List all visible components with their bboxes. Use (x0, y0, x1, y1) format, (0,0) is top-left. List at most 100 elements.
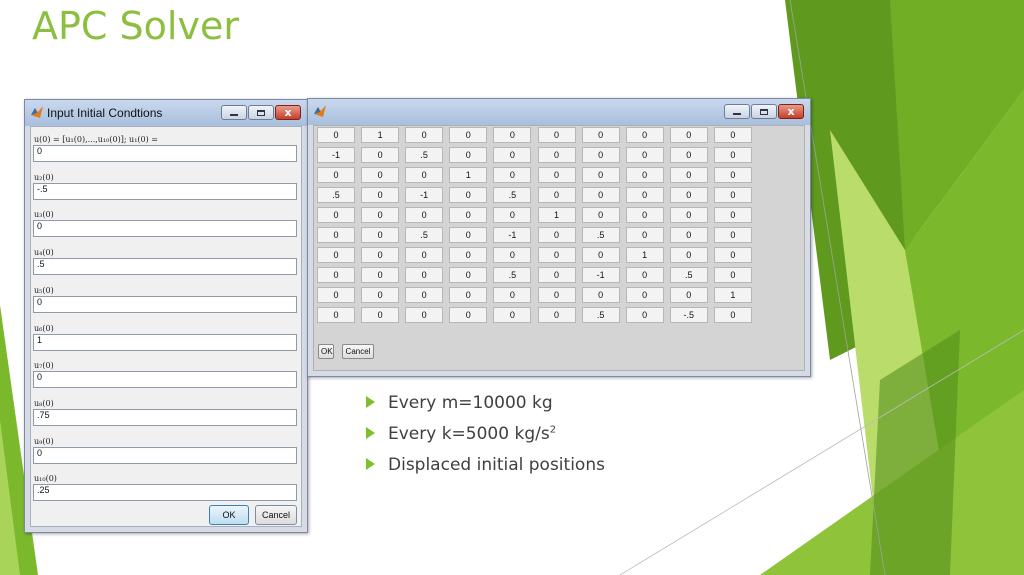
matrix-cell[interactable]: 0 (669, 127, 708, 143)
field-input[interactable]: 0 (33, 220, 297, 238)
matrix-cell[interactable]: 0 (669, 247, 708, 263)
close-button[interactable]: x (275, 105, 301, 120)
maximize-button[interactable] (751, 104, 777, 119)
matrix-cell[interactable]: 0 (361, 167, 400, 183)
matrix-cell[interactable]: 0 (625, 207, 664, 223)
matrix-cell[interactable]: 0 (493, 307, 532, 323)
field-input[interactable]: 0 (33, 371, 297, 389)
matrix-cell[interactable]: 0 (361, 247, 400, 263)
matrix-cell[interactable]: .5 (669, 267, 708, 283)
matrix-cell[interactable]: 0 (581, 167, 620, 183)
matrix-cell[interactable]: 0 (317, 127, 355, 143)
minimize-button[interactable] (724, 104, 750, 119)
matrix-cell[interactable]: 0 (581, 287, 620, 303)
field-input[interactable]: .75 (33, 408, 297, 426)
matrix-cell[interactable]: 0 (713, 227, 752, 243)
matrix-cell[interactable]: 0 (669, 227, 708, 243)
close-button[interactable]: x (778, 104, 804, 119)
matrix-cell[interactable]: 0 (405, 267, 444, 283)
matrix-cell[interactable]: 0 (405, 127, 444, 143)
matrix-cell[interactable]: 0 (493, 167, 532, 183)
matrix-cell[interactable]: 0 (449, 307, 488, 323)
matrix-cell[interactable]: .5 (493, 267, 532, 283)
matrix-cancel-button[interactable]: Cancel (342, 344, 374, 359)
matrix-cell[interactable]: 0 (537, 287, 576, 303)
matrix-cell[interactable]: 0 (449, 227, 488, 243)
matrix-cell[interactable]: 0 (361, 207, 400, 223)
matrix-cell[interactable]: 0 (493, 147, 532, 163)
matrix-cell[interactable]: 0 (361, 287, 400, 303)
matrix-cell[interactable]: .5 (405, 227, 444, 243)
matrix-cell[interactable]: 0 (669, 147, 708, 163)
matrix-cell[interactable]: 0 (537, 227, 576, 243)
matrix-cell[interactable]: 0 (713, 167, 752, 183)
maximize-button[interactable] (248, 105, 274, 120)
matrix-cell[interactable]: 0 (449, 127, 488, 143)
matrix-cell[interactable]: 0 (669, 187, 708, 203)
matrix-cell[interactable]: 0 (449, 267, 488, 283)
matrix-cell[interactable]: 0 (361, 147, 400, 163)
matrix-cell[interactable]: 0 (537, 167, 576, 183)
matrix-cell[interactable]: 0 (669, 207, 708, 223)
field-input[interactable]: .5 (33, 258, 297, 276)
matrix-cell[interactable]: 0 (625, 227, 664, 243)
matrix-cell[interactable]: 0 (625, 147, 664, 163)
matrix-cell[interactable]: 0 (537, 247, 576, 263)
matrix-cell[interactable]: 1 (537, 207, 576, 223)
matrix-cell[interactable]: 0 (405, 207, 444, 223)
matrix-cell[interactable]: 0 (625, 167, 664, 183)
matrix-ok-button[interactable]: OK (318, 344, 334, 359)
matrix-cell[interactable]: 1 (713, 287, 752, 303)
matrix-cell[interactable]: 0 (449, 287, 488, 303)
matrix-cell[interactable]: 1 (449, 167, 488, 183)
matrix-cell[interactable]: 0 (713, 247, 752, 263)
field-input[interactable]: 0 (33, 446, 297, 464)
field-input[interactable]: 0 (33, 295, 297, 313)
matrix-cell[interactable]: 0 (537, 267, 576, 283)
matrix-cell[interactable]: 0 (625, 187, 664, 203)
matrix-cell[interactable]: 0 (405, 287, 444, 303)
field-input[interactable]: 0 (33, 145, 297, 162)
matrix-cell[interactable]: 0 (713, 207, 752, 223)
matrix-cell[interactable]: .5 (581, 227, 620, 243)
matrix-cell[interactable]: 0 (713, 267, 752, 283)
matrix-cell[interactable]: 0 (669, 167, 708, 183)
matrix-cell[interactable]: 0 (405, 307, 444, 323)
matrix-cell[interactable]: 0 (713, 147, 752, 163)
matrix-cell[interactable]: 0 (493, 287, 532, 303)
matrix-cell[interactable]: 0 (317, 267, 355, 283)
matrix-cell[interactable]: 0 (449, 187, 488, 203)
field-input[interactable]: -.5 (33, 182, 297, 200)
matrix-cell[interactable]: 1 (361, 127, 400, 143)
matrix-cell[interactable]: 0 (713, 127, 752, 143)
matrix-cell[interactable]: 0 (625, 267, 664, 283)
dialog-cancel-button[interactable]: Cancel (255, 505, 297, 525)
matrix-cell[interactable]: .5 (405, 147, 444, 163)
matrix-cell[interactable]: 0 (317, 227, 355, 243)
matrix-cell[interactable]: .5 (493, 187, 532, 203)
matrix-cell[interactable]: 0 (537, 127, 576, 143)
matrix-cell[interactable]: 0 (361, 187, 400, 203)
matrix-cell[interactable]: 0 (405, 247, 444, 263)
matrix-cell[interactable]: 0 (317, 247, 355, 263)
matrix-cell[interactable]: 0 (449, 147, 488, 163)
matrix-cell[interactable]: -1 (581, 267, 620, 283)
dialog-ok-button[interactable]: OK (209, 505, 249, 525)
matrix-cell[interactable]: 0 (581, 207, 620, 223)
matrix-cell[interactable]: 0 (581, 147, 620, 163)
matrix-cell[interactable]: 1 (625, 247, 664, 263)
matrix-cell[interactable]: 0 (581, 247, 620, 263)
matrix-cell[interactable]: 0 (537, 147, 576, 163)
field-input[interactable]: 1 (33, 333, 297, 351)
matrix-cell[interactable]: 0 (669, 287, 708, 303)
minimize-button[interactable] (221, 105, 247, 120)
matrix-cell[interactable]: 0 (317, 167, 355, 183)
matrix-cell[interactable]: 0 (537, 187, 576, 203)
matrix-cell[interactable]: -1 (405, 187, 444, 203)
matrix-cell[interactable]: 0 (405, 167, 444, 183)
matrix-titlebar[interactable]: x (308, 99, 810, 125)
matrix-cell[interactable]: 0 (361, 267, 400, 283)
matrix-cell[interactable]: 0 (317, 307, 355, 323)
matrix-cell[interactable]: 0 (493, 247, 532, 263)
matrix-cell[interactable]: .5 (581, 307, 620, 323)
